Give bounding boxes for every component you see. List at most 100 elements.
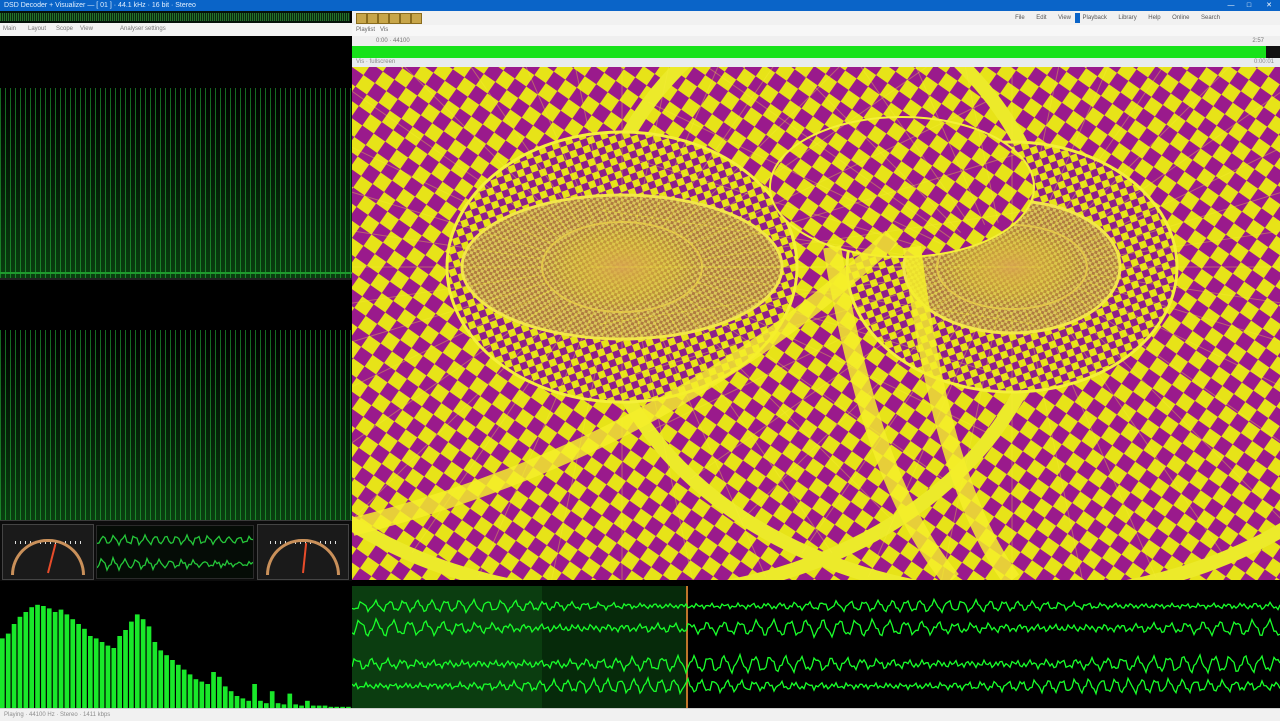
vu-meter-right <box>257 524 349 580</box>
total-time: 2:57 <box>1252 38 1264 44</box>
spectrum-bar <box>170 660 175 708</box>
spectrum-bar <box>105 645 111 708</box>
seek-info-row: 0:00 · 44100 2:57 <box>352 36 1280 46</box>
spectrum-bar <box>240 698 246 708</box>
spectrum-bar <box>99 642 105 708</box>
spectrogram-bottom-bars <box>0 330 352 520</box>
spectrum-bar <box>93 638 99 708</box>
spectrum-bar <box>35 604 40 708</box>
spectrum-bar <box>252 684 257 708</box>
level-meter-strip <box>0 11 350 23</box>
spectrum-bar <box>70 619 76 708</box>
spectrum-bar <box>146 626 152 708</box>
oscilloscope <box>352 586 1280 708</box>
spectrum-bar <box>129 621 134 708</box>
spectrum-bar <box>246 700 252 708</box>
pause-icon[interactable] <box>378 13 389 24</box>
spectrum-bar <box>58 609 64 708</box>
spectrum-bar <box>181 669 187 708</box>
previous-icon[interactable] <box>389 13 400 24</box>
menu-file[interactable]: File <box>1015 11 1025 25</box>
window-title-bar: DSD Decoder + Visualizer — [ 01 ] · 44.1… <box>0 0 1280 11</box>
spectrum-bar <box>187 674 193 708</box>
spectrum-bar <box>234 696 240 708</box>
menu-help[interactable]: Help <box>1148 11 1160 25</box>
spectrum-bar <box>287 693 293 708</box>
vu-meter-left <box>2 524 94 580</box>
visualization-status: Vis · fullscreen 0:00:01 <box>352 58 1280 67</box>
spectrum-bar <box>82 628 87 708</box>
minimize-button[interactable]: — <box>1224 0 1238 11</box>
spectrum-bar <box>134 614 140 708</box>
spectrum-bar <box>111 648 117 708</box>
spectrum-bar <box>46 608 52 708</box>
menu-search[interactable]: Search <box>1201 11 1220 25</box>
left-menu-bar: Main Layout Scope View Analyser settings <box>0 23 352 37</box>
spectrum-bar <box>88 636 93 708</box>
spectrum-bar <box>305 700 310 708</box>
level-meter <box>0 13 350 21</box>
spectrum-bar <box>123 630 128 708</box>
next-icon[interactable] <box>400 13 411 24</box>
spectrum-bar <box>23 612 29 708</box>
seek-bar-end <box>1266 46 1280 58</box>
spectrum-bar <box>152 642 158 708</box>
seek-bar[interactable] <box>352 46 1280 58</box>
spectrum-bar <box>199 681 205 708</box>
tab-vis[interactable]: Vis <box>380 25 388 36</box>
spectrogram-top-bars <box>0 88 352 278</box>
elapsed-time: 0:00 · 44100 <box>376 38 410 44</box>
maximize-button[interactable]: □ <box>1242 0 1256 11</box>
spectrum-bar <box>176 664 181 708</box>
menu-view[interactable]: View <box>1058 11 1071 25</box>
mini-scope-trace-left <box>97 533 253 547</box>
spectrum-bar <box>64 614 70 708</box>
left-menu-item-analyser[interactable]: Analyser settings <box>120 23 166 36</box>
menu-online[interactable]: Online <box>1172 11 1189 25</box>
seek-bar-fill <box>352 46 1268 58</box>
spectrum-bar <box>29 607 34 708</box>
spectrum-bar <box>11 624 17 708</box>
spectrum-bar <box>117 636 122 708</box>
left-menu-item-view[interactable]: View <box>80 23 93 36</box>
spectrum-bar <box>41 606 46 708</box>
spectrum-bar <box>0 638 5 708</box>
mini-scope-trace-right <box>97 555 253 572</box>
spectrum-bar <box>258 700 263 708</box>
spectrum-bar <box>217 676 222 708</box>
spectrum-bar <box>76 624 81 708</box>
vis-status-left: Vis · fullscreen <box>356 59 396 65</box>
play-icon[interactable] <box>367 13 378 24</box>
window-title: DSD Decoder + Visualizer — [ 01 ] · 44.1… <box>4 2 196 9</box>
spectrum-bar <box>228 691 234 708</box>
spectrogram-top-baseline <box>0 272 352 274</box>
close-button[interactable]: ✕ <box>1262 0 1276 11</box>
spectrum-analyzer <box>0 582 352 708</box>
spectrum-bar <box>269 691 275 708</box>
menu-playback[interactable]: Playback <box>1083 11 1107 25</box>
tab-playlist[interactable]: Playlist <box>356 25 375 36</box>
meter-row <box>0 520 352 581</box>
visualization-canvas[interactable] <box>352 67 1280 580</box>
random-icon[interactable] <box>411 13 422 24</box>
menu-edit[interactable]: Edit <box>1036 11 1046 25</box>
left-menu-item-main[interactable]: Main <box>3 23 16 36</box>
status-bar: Playing · 44100 Hz · Stereo · 1411 kbps <box>0 708 1280 721</box>
vis-status-right: 0:00:01 <box>1253 59 1274 65</box>
left-menu-item-scope[interactable]: Scope <box>56 23 73 36</box>
spectrogram-bottom <box>0 280 352 520</box>
mini-oscilloscope <box>96 525 254 579</box>
spectrum-bar <box>222 686 228 708</box>
status-text: Playing · 44100 Hz · Stereo · 1411 kbps <box>4 712 111 718</box>
spectrum-bar <box>17 616 23 708</box>
menu-library[interactable]: Library <box>1118 11 1136 25</box>
spectrogram-top <box>0 36 352 278</box>
left-menu-item-layout[interactable]: Layout <box>28 23 46 36</box>
player-toolbar: File Edit View Playback Library Help Onl… <box>352 11 1280 25</box>
spectrum-bar <box>193 679 199 708</box>
stop-icon[interactable] <box>356 13 367 24</box>
spectrum-bar <box>211 672 216 708</box>
spectrum-bar <box>5 633 11 708</box>
spectrum-bar <box>205 684 210 708</box>
spectrum-bar <box>140 619 146 708</box>
